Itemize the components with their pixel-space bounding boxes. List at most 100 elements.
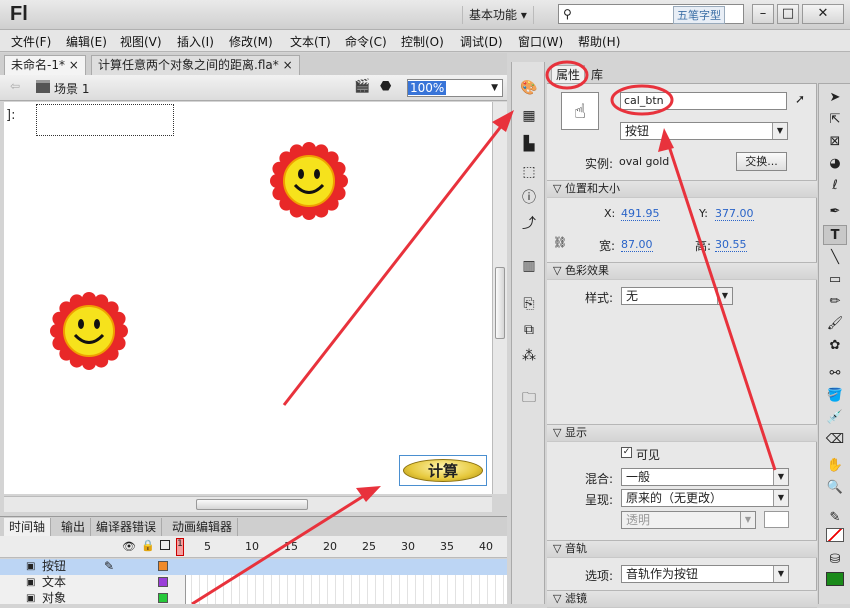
- track-options-select[interactable]: 音轨作为按钮 ▼: [621, 565, 789, 583]
- menu-insert[interactable]: 插入(I): [177, 33, 214, 50]
- symbol-type-select[interactable]: 按钮 ▼: [620, 122, 788, 140]
- line-tool-icon[interactable]: ╲: [823, 248, 847, 268]
- menu-edit[interactable]: 编辑(E): [66, 33, 107, 50]
- bone-icon[interactable]: ⚯: [823, 364, 847, 384]
- edit-symbols-icon[interactable]: ⬣: [380, 79, 391, 94]
- help-arrow-icon[interactable]: ➚: [795, 92, 805, 106]
- info-icon[interactable]: ⓘ: [519, 188, 539, 208]
- hand-icon[interactable]: ✋: [823, 456, 847, 476]
- section-track[interactable]: ▽ 音轨: [547, 540, 817, 558]
- eye-icon[interactable]: 👁: [122, 540, 136, 553]
- y-value[interactable]: 377.00: [715, 207, 754, 221]
- help-search-input[interactable]: ⚲ 五笔字型: [558, 4, 744, 24]
- dynamic-text-box[interactable]: [36, 104, 174, 136]
- height-value[interactable]: 30.55: [715, 238, 747, 252]
- tab-compiler-errors[interactable]: 编译器错误: [91, 518, 163, 537]
- smiley-sun-top[interactable]: [268, 140, 350, 222]
- x-value[interactable]: 491.95: [621, 207, 660, 221]
- zoom-icon[interactable]: 🔍: [823, 478, 847, 498]
- align-icon[interactable]: ▙: [519, 134, 539, 154]
- minimize-button[interactable]: –: [752, 4, 774, 24]
- fill-color-icon[interactable]: ⛁: [823, 550, 847, 570]
- layer-color-swatch[interactable]: [158, 577, 168, 587]
- visible-checkbox[interactable]: ✓: [621, 447, 632, 458]
- workspace-switcher[interactable]: 基本功能 ▾: [462, 6, 534, 24]
- background-color-swatch[interactable]: [764, 511, 789, 528]
- tab-timeline[interactable]: 时间轴: [4, 518, 52, 537]
- motion-presets-icon[interactable]: ⁂: [519, 346, 539, 366]
- swap-button[interactable]: 交换...: [736, 152, 787, 171]
- zoom-select[interactable]: 100% ▼: [407, 79, 503, 97]
- stroke-swatch[interactable]: [826, 528, 844, 542]
- scene-panel-icon[interactable]: ⤴: [519, 214, 539, 234]
- transform-icon[interactable]: ⬚: [519, 162, 539, 182]
- width-value[interactable]: 87.00: [621, 238, 653, 252]
- fill-swatch[interactable]: [826, 572, 844, 586]
- playhead[interactable]: 1: [176, 538, 184, 556]
- menu-debug[interactable]: 调试(D): [460, 33, 503, 50]
- pencil-icon[interactable]: ✏: [823, 292, 847, 312]
- close-button[interactable]: ✕: [802, 4, 844, 24]
- paint-bucket-icon[interactable]: 🪣: [823, 386, 847, 406]
- back-arrow-icon[interactable]: ⇦: [10, 79, 20, 93]
- selection-tool-icon[interactable]: ➤: [823, 88, 847, 108]
- menu-control[interactable]: 控制(O): [401, 33, 444, 50]
- tab-motion-editor[interactable]: 动画编辑器: [167, 518, 239, 537]
- tab-output[interactable]: 输出: [56, 518, 92, 537]
- section-filters[interactable]: ▽ 滤镜: [547, 590, 817, 608]
- menu-view[interactable]: 视图(V): [120, 33, 162, 50]
- stroke-color-icon[interactable]: ✎: [823, 508, 847, 528]
- 3d-rotation-icon[interactable]: ◕: [823, 154, 847, 174]
- project-icon[interactable]: 🗀: [519, 388, 539, 408]
- menu-window[interactable]: 窗口(W): [518, 33, 563, 50]
- section-position-size[interactable]: ▽ 位置和大小: [547, 180, 817, 198]
- menu-help[interactable]: 帮助(H): [578, 33, 620, 50]
- eyedropper-icon[interactable]: 💉: [823, 408, 847, 428]
- color-palette-icon[interactable]: 🎨: [519, 78, 539, 98]
- deco-icon[interactable]: ✿: [823, 336, 847, 356]
- menu-commands[interactable]: 命令(C): [345, 33, 387, 50]
- close-icon[interactable]: ×: [283, 58, 293, 72]
- instance-name-input[interactable]: cal_btn: [620, 92, 787, 110]
- layer-row-text[interactable]: ▣ 文本: [0, 575, 507, 591]
- stage-horizontal-scrollbar[interactable]: [4, 496, 492, 512]
- menu-text[interactable]: 文本(T): [290, 33, 331, 50]
- style-select[interactable]: 无 ▼: [621, 287, 733, 305]
- text-tool-icon[interactable]: T: [823, 225, 847, 245]
- edit-scene-icon[interactable]: 🎬: [354, 79, 370, 94]
- layer-row-objects[interactable]: ▣ 对象: [0, 591, 507, 607]
- tab-library[interactable]: 库: [591, 66, 603, 83]
- library-icon[interactable]: ▥: [519, 256, 539, 276]
- lock-icon[interactable]: 🔒: [141, 539, 155, 552]
- scrollbar-thumb[interactable]: [196, 499, 308, 510]
- eraser-icon[interactable]: ⌫: [823, 430, 847, 450]
- layer-color-swatch[interactable]: [158, 561, 168, 571]
- subselection-tool-icon[interactable]: ⇱: [823, 110, 847, 130]
- stage-vertical-scrollbar[interactable]: [492, 102, 507, 494]
- link-icon[interactable]: ⛓: [553, 236, 567, 249]
- brush-icon[interactable]: 🖌: [823, 314, 847, 334]
- blend-select[interactable]: 一般 ▼: [621, 468, 789, 486]
- actions-icon[interactable]: ⎘: [519, 294, 539, 314]
- tab-properties[interactable]: 属性: [551, 65, 586, 83]
- components-icon[interactable]: ⧉: [519, 320, 539, 340]
- section-display[interactable]: ▽ 显示: [547, 424, 817, 442]
- tab-distance-fla[interactable]: 计算任意两个对象之间的距离.fla* ×: [91, 55, 300, 75]
- pen-icon[interactable]: ✒: [823, 202, 847, 222]
- rectangle-tool-icon[interactable]: ▭: [823, 270, 847, 290]
- layer-row-button[interactable]: ▣ 按钮 ✎: [0, 559, 507, 575]
- layer-color-swatch[interactable]: [158, 593, 168, 603]
- section-color-effect[interactable]: ▽ 色彩效果: [547, 262, 817, 280]
- maximize-button[interactable]: □: [777, 4, 799, 24]
- stage[interactable]: ]: 计算: [4, 102, 492, 494]
- scrollbar-thumb[interactable]: [495, 267, 505, 339]
- lasso-icon[interactable]: ℓ: [823, 176, 847, 196]
- outline-icon[interactable]: [160, 540, 170, 550]
- smiley-sun-left[interactable]: [48, 290, 130, 372]
- render-select[interactable]: 原来的（无更改） ▼: [621, 489, 789, 507]
- tab-untitled[interactable]: 未命名-1* ×: [4, 55, 86, 75]
- free-transform-icon[interactable]: ⊠: [823, 132, 847, 152]
- menu-file[interactable]: 文件(F): [11, 33, 51, 50]
- menu-modify[interactable]: 修改(M): [229, 33, 273, 50]
- calc-button[interactable]: 计算: [399, 455, 487, 486]
